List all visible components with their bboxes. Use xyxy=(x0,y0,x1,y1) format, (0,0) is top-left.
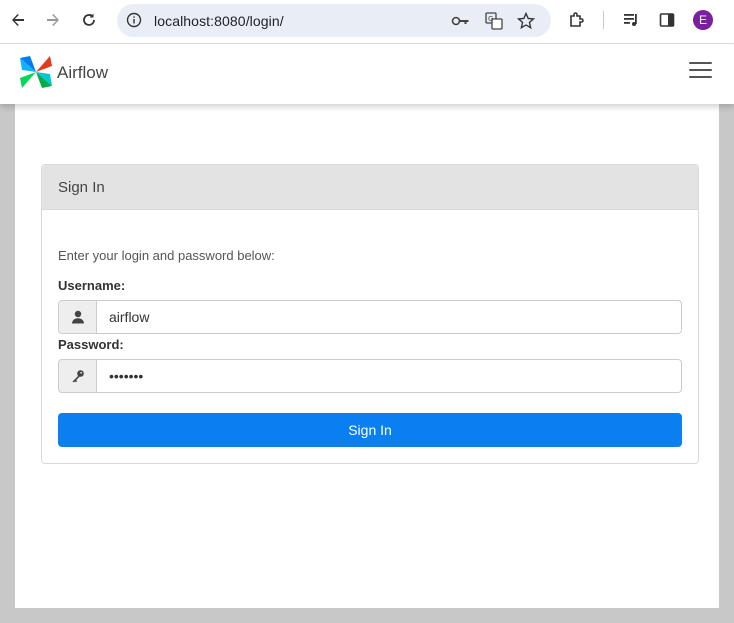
address-bar[interactable]: localhost:8080/login/ G xyxy=(117,4,551,37)
key-icon[interactable] xyxy=(451,11,471,31)
username-input-group xyxy=(58,300,682,334)
window-bottom-frame xyxy=(0,608,734,623)
page-viewport: Airflow Sign In Enter your login and pas… xyxy=(0,44,734,608)
svg-text:G: G xyxy=(488,15,493,23)
side-panel-icon[interactable] xyxy=(656,9,678,31)
info-icon[interactable] xyxy=(125,11,143,29)
hamburger-menu-icon[interactable] xyxy=(689,61,712,79)
forward-arrow-icon[interactable] xyxy=(41,8,65,32)
username-input[interactable] xyxy=(97,301,681,333)
reload-icon[interactable] xyxy=(77,8,101,32)
airflow-navbar: Airflow xyxy=(0,44,734,104)
browser-toolbar: localhost:8080/login/ G E xyxy=(0,0,734,44)
brand-name[interactable]: Airflow xyxy=(57,63,108,83)
star-icon[interactable] xyxy=(516,11,536,31)
airflow-logo-icon[interactable] xyxy=(18,54,54,90)
media-icon[interactable] xyxy=(620,9,642,31)
login-panel: Sign In Enter your login and password be… xyxy=(41,164,699,464)
username-label: Username: xyxy=(58,278,126,293)
password-input[interactable] xyxy=(97,360,681,392)
key-icon xyxy=(59,360,97,392)
password-label: Password: xyxy=(58,337,124,352)
extensions-icon[interactable] xyxy=(566,9,588,31)
url-text[interactable]: localhost:8080/login/ xyxy=(154,13,284,29)
back-arrow-icon[interactable] xyxy=(6,8,30,32)
login-intro-text: Enter your login and password below: xyxy=(58,248,275,263)
translate-icon[interactable]: G xyxy=(484,11,504,31)
toolbar-separator xyxy=(603,11,604,29)
sign-in-button[interactable]: Sign In xyxy=(58,413,682,447)
profile-avatar[interactable]: E xyxy=(693,10,713,30)
user-icon xyxy=(59,301,97,333)
panel-heading: Sign In xyxy=(42,165,698,210)
password-input-group xyxy=(58,359,682,393)
